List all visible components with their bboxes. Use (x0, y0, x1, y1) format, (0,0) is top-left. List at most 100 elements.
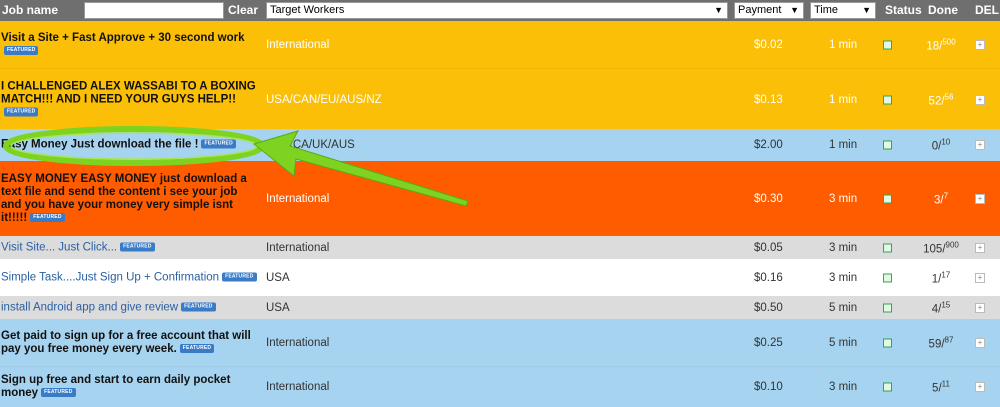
payment-value: $0.10 (754, 381, 783, 393)
payment-value: $2.00 (754, 139, 783, 151)
featured-badge: FEATURED (4, 45, 39, 55)
done-count: 0/10 (931, 137, 951, 153)
time-sort-select[interactable]: Time (810, 2, 876, 19)
table-row[interactable]: Easy Money Just download the file ! FEATU… (0, 129, 1000, 161)
done-total: 15 (941, 300, 951, 310)
payment-value: $0.05 (754, 241, 783, 254)
done-total: 11 (941, 379, 950, 389)
time-value: 3 min (829, 381, 858, 393)
done-total: 17 (941, 270, 951, 280)
status-indicator (883, 338, 892, 347)
status-indicator (883, 194, 892, 203)
job-name[interactable]: Easy Money Just download the file ! FEATU… (0, 139, 259, 152)
delete-plus-icon[interactable]: + (975, 382, 985, 392)
job-title-link[interactable]: Visit a Site + Fast Approve + 30 second … (1, 32, 245, 44)
time-value: 1 min (829, 139, 858, 151)
time-value: 1 min (829, 38, 858, 51)
status-indicator (883, 140, 892, 150)
job-title-link[interactable]: Sign up free and start to earn daily poc… (1, 374, 230, 399)
payment-sort-select[interactable]: Payment (734, 2, 804, 19)
featured-badge: FEATURED (120, 242, 155, 252)
payment-value: $0.13 (754, 93, 783, 106)
target-workers: USA/CA/UK/AUS (266, 139, 355, 151)
job-title-link[interactable]: install Android app and give review (1, 301, 178, 313)
done-completed: 4 (931, 302, 939, 315)
time-label: Time (814, 4, 839, 16)
done-completed: 0 (931, 140, 939, 153)
featured-badge: FEATURED (201, 139, 236, 149)
done-completed: 3 (933, 193, 941, 206)
featured-badge: FEATURED (41, 388, 76, 398)
done-total: 10 (941, 137, 951, 147)
job-name[interactable]: Simple Task....Just Sign Up + Confirmati… (0, 271, 259, 284)
table-row[interactable]: EASY MONEY EASY MONEY just download a te… (0, 161, 1000, 236)
featured-badge: FEATURED (179, 343, 215, 353)
delete-plus-icon[interactable]: + (975, 94, 985, 105)
target-workers-select[interactable]: Target Workers (266, 2, 728, 19)
payment-value: $0.30 (754, 192, 783, 205)
table-row[interactable]: Visit a Site + Fast Approve + 30 second … (0, 21, 1000, 68)
delete-plus-icon[interactable]: + (975, 242, 985, 253)
table-row[interactable]: Simple Task....Just Sign Up + Confirmati… (0, 259, 1000, 296)
delete-plus-icon[interactable]: + (975, 193, 985, 204)
status-indicator (883, 243, 892, 252)
done-completed: 5 (932, 382, 939, 395)
done-count: 5/11 (932, 379, 950, 395)
delete-plus-icon[interactable]: + (975, 302, 985, 313)
delete-plus-icon[interactable]: + (975, 337, 985, 348)
job-name-label: Job name (2, 3, 59, 17)
status-indicator (883, 40, 892, 49)
target-workers: International (266, 381, 330, 393)
job-title-link[interactable]: I CHALLENGED ALEX WASSABI TO A BOXING MA… (1, 80, 256, 105)
table-row[interactable]: Sign up free and start to earn daily poc… (0, 366, 1000, 407)
payment-value: $0.16 (754, 271, 783, 284)
time-value: 5 min (829, 301, 858, 314)
done-count: 105/900 (923, 240, 959, 255)
job-name[interactable]: EASY MONEY EASY MONEY just download a te… (0, 173, 259, 225)
done-count: 59/87 (928, 335, 954, 350)
done-completed: 59 (928, 337, 942, 350)
delete-plus-icon[interactable]: + (975, 140, 985, 150)
table-header: Job name Clear Target Workers Payment Ti… (0, 0, 1000, 21)
table-row[interactable]: install Android app and give review FEATU… (0, 296, 1000, 319)
done-total: 87 (944, 335, 954, 345)
time-value: 1 min (829, 93, 858, 106)
table-row[interactable]: Visit Site... Just Click... FEATURED Inter… (0, 236, 1000, 259)
done-count: 4/15 (931, 300, 951, 315)
time-value: 3 min (829, 241, 858, 254)
job-name[interactable]: Visit Site... Just Click... FEATURED (0, 241, 259, 254)
done-total: 500 (942, 37, 956, 47)
done-completed: 105 (923, 242, 943, 255)
job-name[interactable]: Visit a Site + Fast Approve + 30 second … (0, 32, 259, 58)
job-name[interactable]: Sign up free and start to earn daily poc… (0, 374, 259, 400)
job-title-link[interactable]: Visit Site... Just Click... (1, 241, 117, 253)
job-name[interactable]: I CHALLENGED ALEX WASSABI TO A BOXING MA… (0, 80, 259, 119)
target-workers: USA (266, 301, 290, 314)
payment-label: Payment (738, 4, 782, 16)
done-completed: 1 (931, 272, 939, 285)
target-workers: International (266, 336, 330, 349)
target-workers: International (266, 38, 330, 51)
featured-badge: FEATURED (181, 302, 216, 312)
payment-value: $0.02 (754, 38, 783, 51)
table-row[interactable]: Get paid to sign up for a free account t… (0, 319, 1000, 366)
job-title-link[interactable]: Easy Money Just download the file ! (1, 139, 198, 151)
job-name[interactable]: Get paid to sign up for a free account t… (0, 330, 259, 356)
del-column-header: DEL (975, 3, 999, 17)
done-total: 7 (943, 191, 949, 201)
target-workers: International (266, 192, 330, 205)
job-name[interactable]: install Android app and give review FEATU… (0, 301, 259, 314)
time-value: 3 min (829, 192, 858, 205)
target-workers: USA/CAN/EU/AUS/NZ (266, 93, 382, 106)
delete-plus-icon[interactable]: + (975, 39, 985, 50)
done-count: 1/17 (931, 270, 951, 285)
featured-badge: FEATURED (222, 272, 257, 282)
job-title-link[interactable]: Simple Task....Just Sign Up + Confirmati… (1, 271, 219, 283)
status-indicator (883, 273, 892, 282)
table-row[interactable]: I CHALLENGED ALEX WASSABI TO A BOXING MA… (0, 68, 1000, 130)
done-count: 52/56 (928, 92, 954, 107)
job-name-search-input[interactable] (84, 2, 224, 19)
payment-value: $0.50 (754, 301, 783, 314)
clear-button[interactable]: Clear (228, 0, 258, 21)
delete-plus-icon[interactable]: + (975, 272, 985, 283)
